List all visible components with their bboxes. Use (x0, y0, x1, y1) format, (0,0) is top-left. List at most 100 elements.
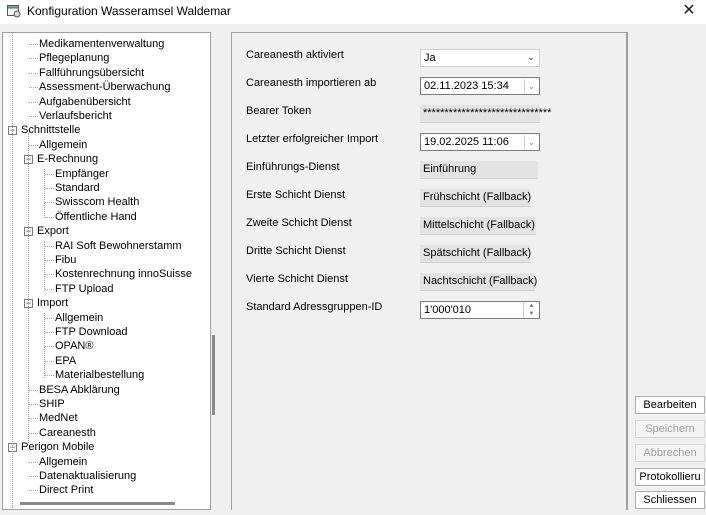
tree-connector (45, 202, 54, 204)
tree-item[interactable]: Fallführungsübersicht (39, 66, 144, 80)
field-label: Dritte Schicht Dienst (246, 245, 346, 257)
tree-item[interactable]: Verlaufsbericht (39, 109, 112, 123)
tree-connector (29, 144, 38, 146)
activated-select[interactable]: Ja ⌄ (420, 49, 540, 67)
field-value: 19.02.2025 11:06 (424, 136, 509, 148)
field-label: Careanesth importieren ab (246, 77, 377, 89)
tree-connector (45, 375, 54, 377)
field-label: Careanesth aktiviert (246, 49, 344, 61)
tree-item[interactable]: E-Rechnung (37, 152, 98, 166)
tree-item[interactable]: Allgemein (39, 138, 87, 152)
field-label: Einführungs-Dienst (246, 161, 340, 173)
tree-connector (12, 33, 13, 508)
tree-connector (29, 490, 38, 492)
tree-connector (29, 476, 38, 477)
tree-item[interactable]: BESA Abklärung (39, 383, 120, 397)
save-button[interactable]: Speichern (635, 420, 705, 438)
tree-connector (44, 241, 45, 291)
tree-item[interactable]: EPA (55, 354, 76, 368)
tree-item[interactable]: Schnittstelle (21, 123, 80, 137)
spin-down-icon[interactable]: ▼ (524, 310, 539, 318)
tree-vertical-scrollbar[interactable] (212, 335, 215, 415)
address-group-stepper[interactable]: 1'000'010 ▲ ▼ (420, 301, 540, 319)
readonly-field: Einführung (420, 161, 538, 179)
field-value: Einführung (423, 163, 477, 175)
tree-connector (45, 288, 54, 290)
tree-item[interactable]: Standard (55, 181, 100, 195)
log-button[interactable]: Protokollieru (635, 468, 705, 486)
tree-connector (45, 216, 54, 218)
tree-item[interactable]: Import (37, 296, 68, 310)
config-form: Careanesth aktiviert Ja ⌄ Careanesth import… (231, 32, 628, 510)
field-value: Ja (424, 52, 436, 64)
tree-connector (29, 101, 38, 103)
tree-connector (29, 72, 38, 74)
field-label: Standard Adressgruppen-ID (246, 301, 383, 313)
tree-connector (29, 432, 38, 434)
tree-item[interactable]: Pflegeplanung (39, 51, 109, 65)
tree-connector (29, 58, 38, 60)
tree-item[interactable]: FTP Upload (55, 282, 114, 296)
tree-item[interactable]: Fibu (55, 253, 76, 267)
field-value: Spätschicht (Fallback) (423, 247, 532, 259)
spin-buttons[interactable]: ▲ ▼ (523, 302, 539, 318)
readonly-field: Nachtschicht (Fallback) (420, 273, 537, 291)
tree-item[interactable]: Allgemein (39, 455, 87, 469)
tree-item[interactable]: RAI Soft Bewohnerstamm (55, 239, 182, 253)
tree-item[interactable]: MedNet (39, 411, 78, 425)
tree-item[interactable]: Assessment-Überwachung (39, 80, 170, 94)
close-icon[interactable]: ✕ (672, 0, 706, 22)
dropdown-arrow-icon[interactable]: ⌄ (524, 79, 538, 93)
app-icon (7, 5, 21, 18)
readonly-field: Frühschicht (Fallback) (420, 189, 532, 207)
tree-item[interactable]: Aufgabenübersicht (39, 95, 131, 109)
tree-item[interactable]: Swisscom Health (55, 195, 139, 209)
cancel-button[interactable]: Abbrechen (635, 444, 705, 462)
tree-item[interactable]: Direct Print (39, 483, 93, 497)
dropdown-arrow-icon[interactable]: ⌄ (524, 135, 538, 149)
close-button[interactable]: Schliessen (635, 491, 705, 509)
field-value: 02.11.2023 15:34 (424, 80, 509, 92)
tree-item[interactable]: Empfänger (55, 167, 109, 181)
readonly-field: Mittelschicht (Fallback) (420, 217, 536, 235)
tree-item[interactable]: Allgemein (55, 311, 103, 325)
field-value: Frühschicht (Fallback) (423, 191, 532, 203)
chevron-down-icon[interactable]: ⌄ (527, 50, 535, 66)
tree-item[interactable]: Datenaktualisierung (39, 469, 136, 483)
tree-connector (45, 260, 54, 261)
field-label: Letzter erfolgreicher Import (246, 133, 379, 145)
field-label: Bearer Token (246, 105, 312, 117)
tree-connector (45, 188, 54, 189)
tree-connector (29, 116, 38, 117)
tree-item[interactable]: OPAN® (55, 339, 93, 353)
tree-item[interactable]: Öffentliche Hand (55, 210, 137, 224)
navigation-tree[interactable]: Medikamentenverwaltung Pflegeplanung Fallf… (2, 32, 211, 510)
readonly-field: Spätschicht (Fallback) (420, 245, 532, 263)
tree-item[interactable]: Perigon Mobile (21, 440, 94, 454)
tree-item[interactable]: Export (37, 224, 69, 238)
tree-item[interactable]: Careanesth (39, 426, 96, 440)
field-value: ****************************** (423, 107, 552, 119)
tree-connector (45, 245, 54, 247)
date-picker[interactable]: 19.02.2025 11:06 ⌄ (420, 133, 540, 151)
tree-item[interactable]: Kostenrechnung innoSuisse (55, 267, 192, 281)
tree-connector (45, 346, 54, 348)
readonly-field: ****************************** (420, 105, 551, 123)
field-value: Mittelschicht (Fallback) (423, 219, 535, 231)
field-label: Zweite Schicht Dienst (246, 217, 352, 229)
tree-connector (45, 173, 54, 175)
tree-connector (45, 360, 54, 362)
date-picker[interactable]: 02.11.2023 15:34 ⌄ (420, 77, 540, 95)
spin-up-icon[interactable]: ▲ (524, 302, 539, 310)
edit-button[interactable]: Bearbeiten (635, 396, 705, 414)
tree-connector (29, 87, 38, 89)
tree-item[interactable]: Medikamentenverwaltung (39, 37, 164, 51)
tree-connector (28, 133, 29, 443)
tree-item[interactable]: Materialbestellung (55, 368, 144, 382)
tree-connector (29, 389, 38, 391)
tree-item[interactable]: SHIP (39, 397, 65, 411)
tree-connector (29, 418, 38, 420)
tree-connector (44, 313, 45, 378)
tree-horizontal-scrollbar[interactable] (20, 502, 175, 505)
tree-item[interactable]: FTP Download (55, 325, 128, 339)
